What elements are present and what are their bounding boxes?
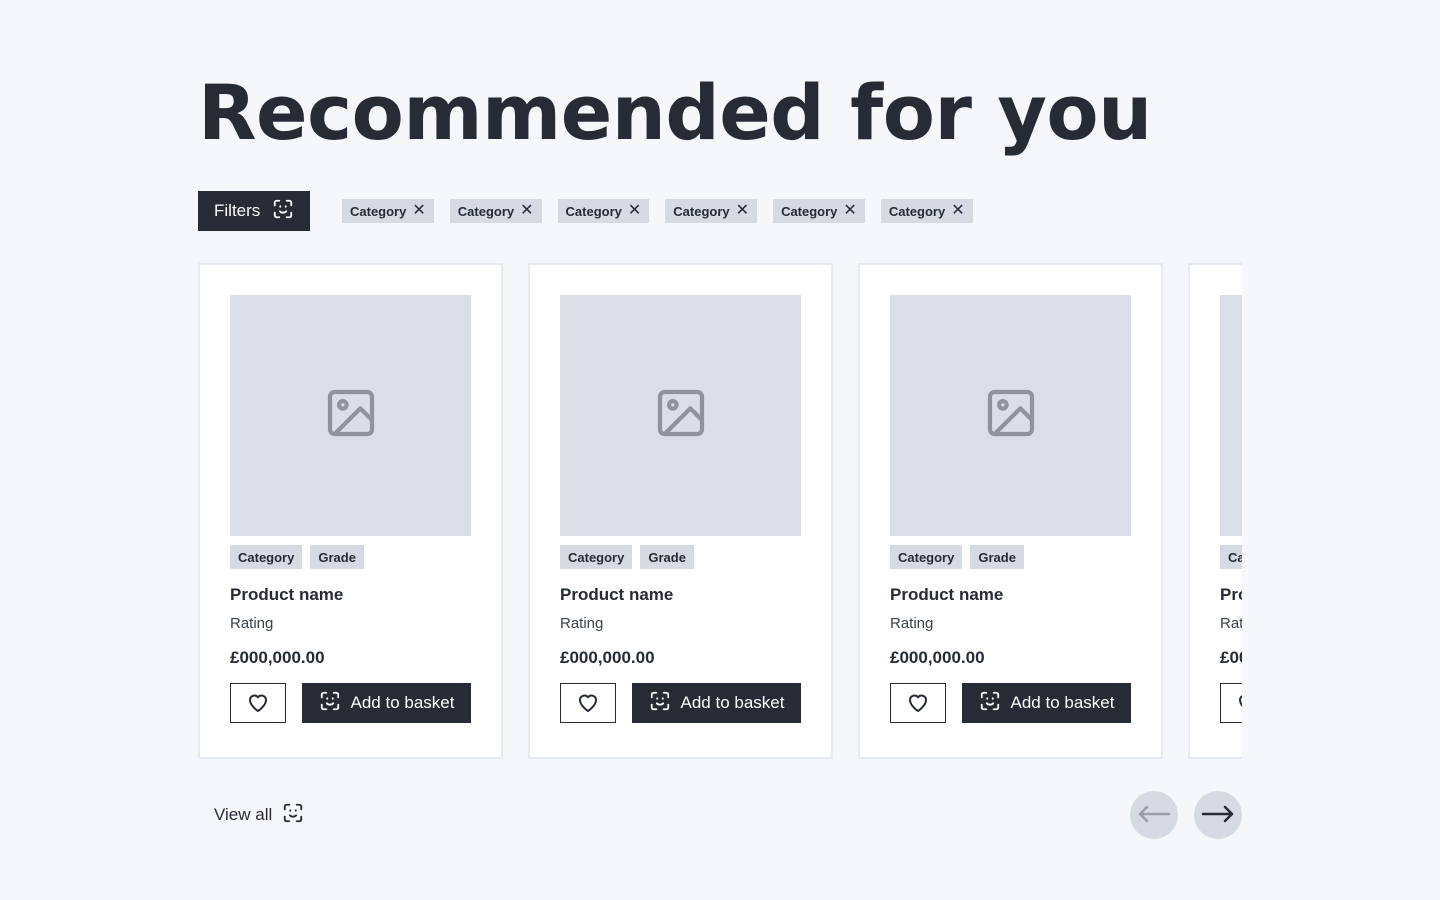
view-all-label: View all bbox=[214, 805, 273, 824]
product-actions: Add to basket bbox=[230, 683, 471, 723]
face-scan-icon bbox=[649, 690, 671, 717]
filter-chip-label: Category bbox=[781, 203, 838, 219]
product-tags: Category Grade bbox=[230, 545, 471, 569]
close-icon[interactable]: ✕ bbox=[843, 203, 856, 219]
image-icon bbox=[653, 385, 709, 446]
page-title: Recommended for you bbox=[198, 68, 1152, 157]
close-icon[interactable]: ✕ bbox=[628, 203, 641, 219]
filter-chip-label: Category bbox=[673, 203, 730, 219]
filter-chip-label: Category bbox=[565, 203, 622, 219]
carousel-prev-button[interactable] bbox=[1130, 791, 1178, 839]
product-tag: Category bbox=[230, 545, 303, 569]
product-tags: Category Grade bbox=[560, 545, 801, 569]
filter-chip: Category ✕ bbox=[665, 199, 758, 223]
arrow-left-icon bbox=[1137, 804, 1171, 827]
product-card[interactable]: CategoryGrade Product name Rating £000,000.… bbox=[1188, 263, 1242, 759]
product-tag: Category bbox=[1220, 545, 1242, 569]
product-tag: Grade bbox=[640, 545, 694, 569]
filter-chip-label: Category bbox=[350, 203, 407, 219]
product-tag: Grade bbox=[310, 545, 364, 569]
heart-icon bbox=[576, 691, 600, 716]
product-price: £000,000.00 bbox=[890, 648, 985, 667]
product-rating: Rating bbox=[890, 615, 934, 632]
image-icon bbox=[323, 385, 379, 446]
product-rating: Rating bbox=[1220, 615, 1242, 632]
product-name[interactable]: Product name bbox=[560, 585, 801, 605]
product-image bbox=[230, 295, 471, 536]
face-scan-icon bbox=[272, 198, 294, 225]
filter-chip: Category ✕ bbox=[880, 199, 973, 223]
product-price: £000,000.00 bbox=[230, 648, 325, 667]
filter-chip: Category ✕ bbox=[773, 199, 865, 223]
product-tags: Category Grade bbox=[890, 545, 1131, 569]
product-image bbox=[560, 295, 801, 536]
add-to-basket-label: Add to basket bbox=[350, 693, 455, 712]
filter-chip-label: Category bbox=[457, 203, 515, 219]
filter-chip: Category ✕ bbox=[557, 199, 650, 223]
product-rating: Rating bbox=[230, 615, 274, 632]
wishlist-button[interactable] bbox=[560, 683, 616, 723]
wishlist-button[interactable] bbox=[890, 683, 946, 723]
product-tag: Category bbox=[560, 545, 633, 569]
product-card[interactable]: Category Grade Product name Rating £000,000.… bbox=[528, 263, 833, 759]
product-card[interactable]: Category Grade Product name Rating £000,000.… bbox=[198, 263, 503, 759]
add-to-basket-button[interactable]: Add to basket bbox=[302, 683, 471, 723]
product-tags: CategoryGrade bbox=[1220, 545, 1242, 569]
add-to-basket-button[interactable]: Add to basket bbox=[962, 683, 1131, 723]
image-icon bbox=[983, 385, 1039, 446]
add-to-basket-label: Add to basket bbox=[680, 693, 785, 712]
add-to-basket-button[interactable]: Add to basket bbox=[632, 683, 801, 723]
heart-icon bbox=[1236, 691, 1242, 716]
product-card[interactable]: Category Grade Product name Rating £000,000.… bbox=[858, 263, 1163, 759]
product-price: £000,000.00 bbox=[560, 648, 655, 667]
filter-chip: Category ✕ bbox=[449, 199, 542, 223]
arrow-right-icon bbox=[1201, 804, 1235, 827]
product-carousel: Category Grade Product name Rating £000,000.… bbox=[198, 263, 1242, 759]
close-icon[interactable]: ✕ bbox=[412, 203, 425, 219]
product-actions: Add to basket bbox=[1220, 683, 1242, 723]
product-price: £000,000.00 bbox=[1220, 648, 1242, 667]
product-name[interactable]: Product name bbox=[1220, 585, 1242, 605]
face-scan-icon bbox=[319, 690, 341, 717]
filters-button[interactable]: Filters bbox=[198, 191, 310, 231]
face-scan-icon bbox=[282, 802, 304, 829]
view-all-link[interactable]: View all bbox=[214, 802, 304, 828]
product-image bbox=[890, 295, 1131, 536]
wishlist-button[interactable] bbox=[1220, 683, 1242, 723]
product-name[interactable]: Product name bbox=[230, 585, 471, 605]
heart-icon bbox=[246, 691, 270, 716]
product-tag: Category bbox=[890, 545, 963, 569]
close-icon[interactable]: ✕ bbox=[951, 203, 964, 219]
close-icon[interactable]: ✕ bbox=[520, 203, 533, 219]
product-actions: Add to basket bbox=[890, 683, 1131, 723]
wishlist-button[interactable] bbox=[230, 683, 286, 723]
card-track: Category Grade Product name Rating £000,000.… bbox=[198, 263, 1242, 759]
close-icon[interactable]: ✕ bbox=[736, 203, 749, 219]
filter-bar: Filters Category ✕ Category ✕ Category ✕ Categ… bbox=[198, 191, 973, 231]
product-rating: Rating bbox=[560, 615, 604, 632]
filter-chips: Category ✕ Category ✕ Category ✕ Category ✕ Cate… bbox=[342, 199, 973, 223]
face-scan-icon bbox=[979, 690, 1001, 717]
carousel-next-button[interactable] bbox=[1194, 791, 1242, 839]
product-tag: Grade bbox=[970, 545, 1024, 569]
filter-chip: Category ✕ bbox=[342, 199, 434, 223]
add-to-basket-label: Add to basket bbox=[1010, 693, 1115, 712]
heart-icon bbox=[906, 691, 930, 716]
product-image bbox=[1220, 295, 1242, 536]
filter-chip-label: Category bbox=[888, 203, 946, 219]
product-name[interactable]: Product name bbox=[890, 585, 1131, 605]
product-actions: Add to basket bbox=[560, 683, 801, 723]
filters-button-label: Filters bbox=[214, 201, 261, 220]
